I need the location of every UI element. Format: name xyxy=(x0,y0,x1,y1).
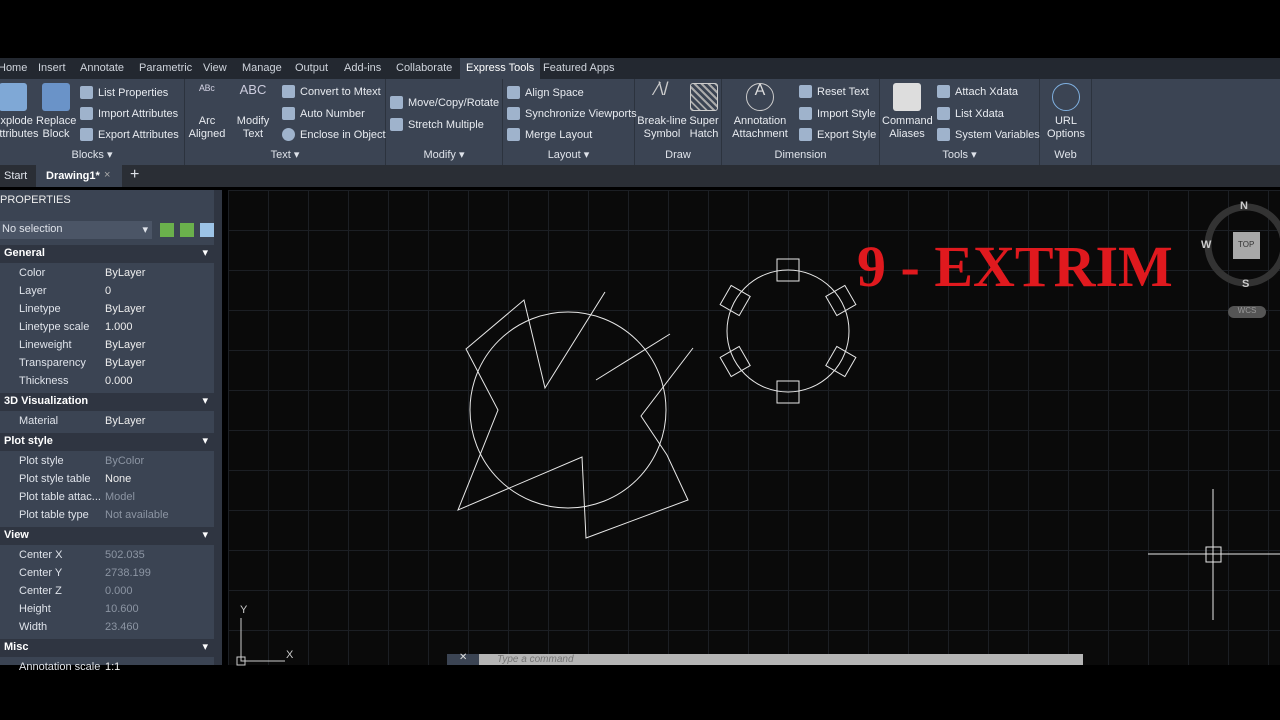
small-squares xyxy=(719,258,857,404)
close-icon[interactable]: ✕ xyxy=(459,652,467,663)
ucs-icon xyxy=(240,618,285,662)
circle-right[interactable] xyxy=(726,269,850,393)
circle-left[interactable] xyxy=(469,311,667,509)
drawing-geometry xyxy=(236,203,1280,666)
polyline-star[interactable] xyxy=(457,291,694,539)
viewcube-west[interactable]: W xyxy=(1201,239,1211,251)
viewcube-north[interactable]: N xyxy=(1240,200,1248,212)
ucs-x-label: X xyxy=(286,649,294,661)
command-input[interactable] xyxy=(497,654,1077,665)
wcs-menu[interactable]: WCS xyxy=(1228,306,1266,318)
viewcube-south[interactable]: S xyxy=(1242,278,1249,290)
title-text: 9 - EXTRIM xyxy=(857,234,1173,299)
ucs-y-label: Y xyxy=(240,604,248,616)
viewcube-top-label[interactable]: TOP xyxy=(1238,240,1254,249)
command-line: ✕ xyxy=(447,652,1083,665)
